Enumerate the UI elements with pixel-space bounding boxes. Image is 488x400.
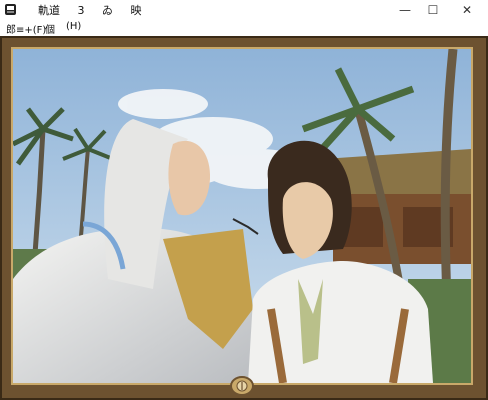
title-part-1: 軌道: [38, 4, 60, 17]
medallion-ornament-icon[interactable]: [229, 376, 255, 396]
maximize-button[interactable]: ☐: [416, 0, 450, 19]
window-title: 軌道 3 ゐ 映: [38, 2, 156, 18]
title-part-2: 3: [77, 4, 85, 17]
menu-file[interactable]: 郎≡+(F): [6, 21, 46, 36]
menu-bar: 郎≡+(F) 個 (H): [0, 19, 488, 36]
game-icon[interactable]: [4, 3, 17, 16]
close-button[interactable]: ✕: [450, 0, 484, 19]
game-stage[interactable]: [0, 36, 488, 400]
title-bar: 軌道 3 ゐ 映 — ☐ ✕: [0, 0, 488, 19]
scene-artwork[interactable]: [13, 49, 471, 383]
title-part-4: 映: [130, 4, 142, 17]
menu-edit[interactable]: 個: [45, 21, 55, 36]
menu-help[interactable]: (H): [66, 21, 81, 32]
title-part-3: ゐ: [102, 4, 113, 17]
